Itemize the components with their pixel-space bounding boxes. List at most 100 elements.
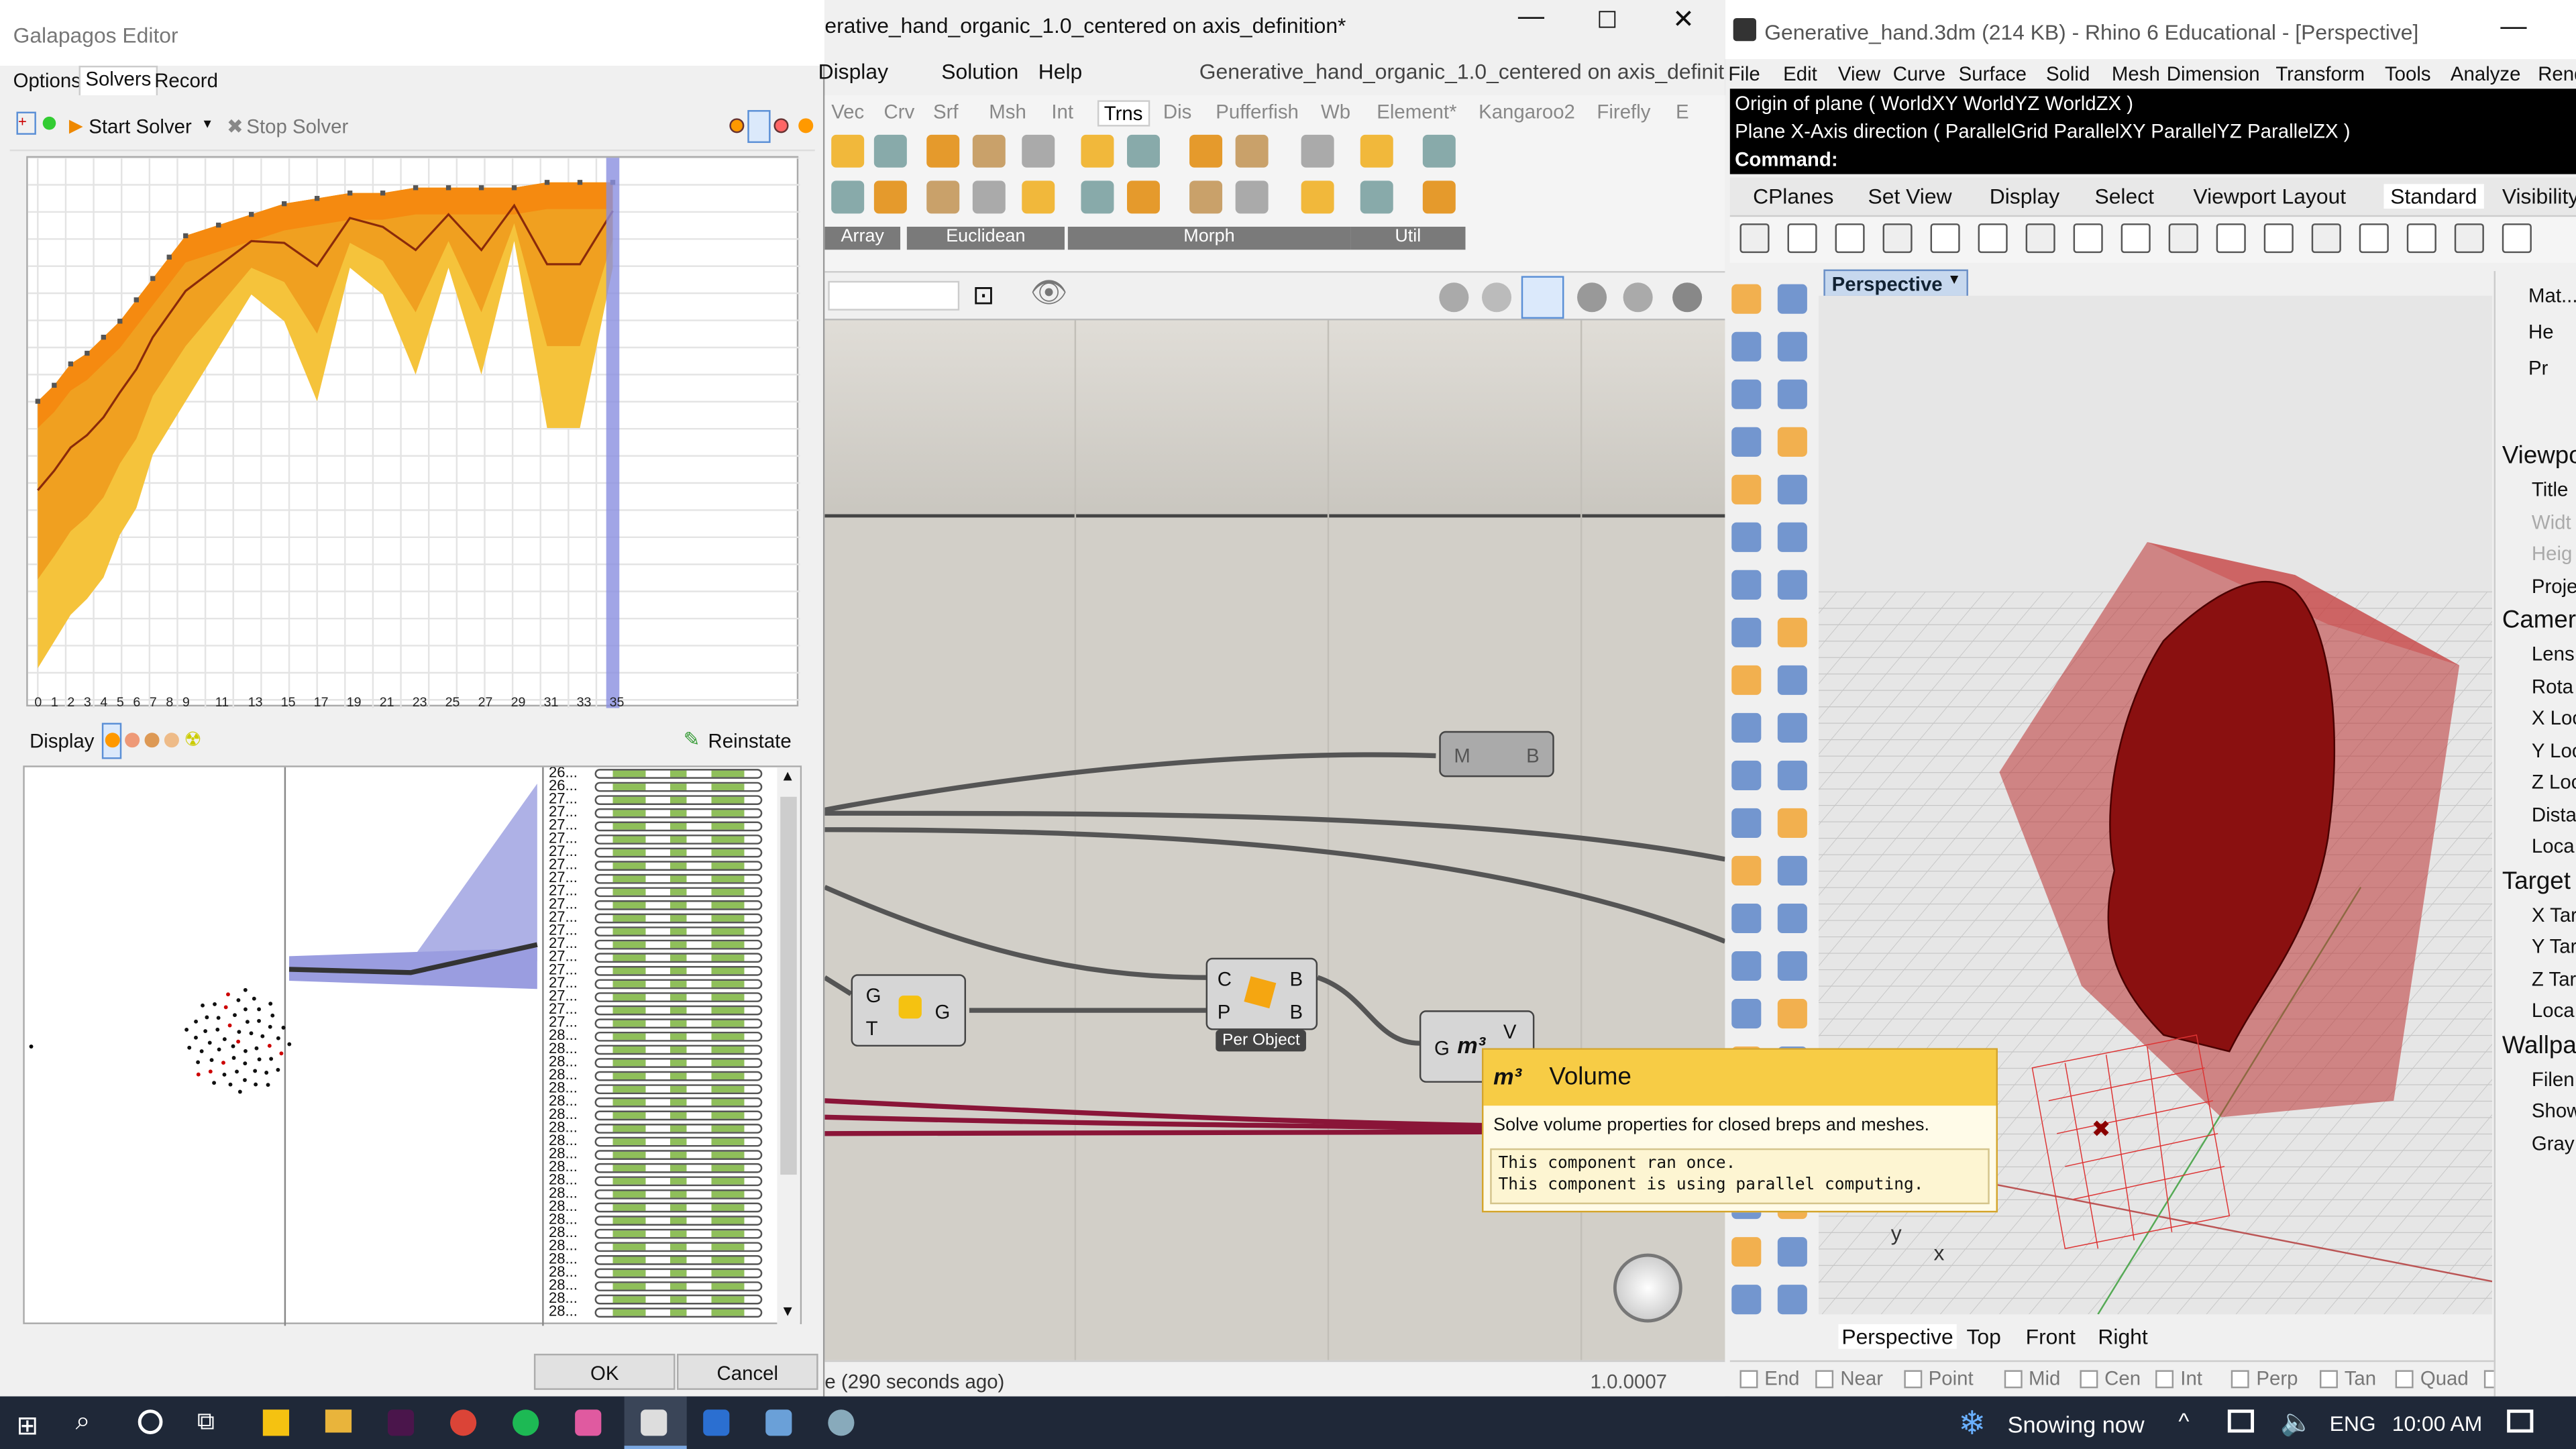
gh-tool-icon[interactable] xyxy=(1081,134,1114,168)
genome-row[interactable]: 28... xyxy=(545,1119,772,1135)
rhino-left-tool-icon[interactable] xyxy=(1777,855,1807,886)
genome-row[interactable]: 27... xyxy=(545,856,772,872)
transform-component[interactable]: G T G xyxy=(851,974,967,1047)
genome-row[interactable]: 28... xyxy=(545,1132,772,1148)
rhino-tool-icon[interactable] xyxy=(2454,223,2484,254)
slack-icon[interactable] xyxy=(387,1409,415,1436)
rhino-menu-11[interactable]: Render xyxy=(2538,62,2576,85)
rhino-left-tool-icon[interactable] xyxy=(1731,712,1762,743)
preview-mode3-icon[interactable] xyxy=(1521,276,1564,319)
genome-row[interactable]: 27... xyxy=(545,869,772,885)
preview-mode4-icon[interactable] xyxy=(1577,282,1607,313)
rhino-left-tool-icon[interactable] xyxy=(1777,712,1807,743)
close-icon[interactable]: ✕ xyxy=(1672,3,1695,36)
genome-row[interactable]: 27... xyxy=(545,908,772,925)
genome-row[interactable]: 27... xyxy=(545,1000,772,1017)
genome-row[interactable]: 28... xyxy=(545,1106,772,1122)
viewport-tab-3[interactable]: Right xyxy=(2098,1324,2147,1349)
rhino-left-tool-icon[interactable] xyxy=(1731,474,1762,504)
gh-tab-0[interactable]: Vec xyxy=(831,100,864,123)
chrome-icon[interactable] xyxy=(450,1409,477,1436)
rhino-minimize-icon[interactable]: — xyxy=(2500,13,2526,43)
maximize-icon[interactable]: ☐ xyxy=(1597,7,1617,35)
osnap-checkbox-3[interactable] xyxy=(2004,1370,2023,1389)
rhino-menu-3[interactable]: Curve xyxy=(1893,62,1945,85)
gh-tool-icon[interactable] xyxy=(1360,134,1393,168)
rhino-tool-icon[interactable] xyxy=(2502,223,2532,254)
rhino-left-tool-icon[interactable] xyxy=(1777,522,1807,552)
genome-row[interactable]: 28... xyxy=(545,1185,772,1201)
genome-row[interactable]: 28... xyxy=(545,1079,772,1095)
rhino-left-tool-icon[interactable] xyxy=(1731,617,1762,647)
search-icon[interactable]: ⌕ xyxy=(76,1408,91,1438)
radiation-icon[interactable]: ☢ xyxy=(184,728,201,751)
viewport-tab-2[interactable]: Front xyxy=(2026,1324,2076,1349)
genome-row[interactable]: 27... xyxy=(545,922,772,938)
gh-tool-icon[interactable] xyxy=(926,180,960,214)
gh-tool-icon[interactable] xyxy=(1127,180,1160,214)
tray-chevron-icon[interactable]: ^ xyxy=(2178,1408,2189,1434)
spotify-icon[interactable] xyxy=(513,1409,539,1436)
osnap-checkbox-1[interactable] xyxy=(1815,1370,1834,1389)
remote-desktop-icon[interactable] xyxy=(765,1409,792,1436)
reinstate-button[interactable]: Reinstate xyxy=(708,729,792,752)
rhino-left-tool-icon[interactable] xyxy=(1777,331,1807,362)
genome-row[interactable]: 27... xyxy=(545,816,772,833)
rhino-tab-5[interactable]: Standard xyxy=(2383,184,2484,209)
genome-row[interactable]: 28... xyxy=(545,1237,772,1254)
rhino-left-tool-icon[interactable] xyxy=(1777,284,1807,314)
genome-row[interactable]: 27... xyxy=(545,790,772,806)
menu-solution[interactable]: Solution xyxy=(941,59,1018,84)
bounding-box-component[interactable]: C P B B xyxy=(1205,957,1318,1030)
gh-tab-6[interactable]: Dis xyxy=(1163,100,1191,123)
rhino-left-tool-icon[interactable] xyxy=(1731,284,1762,314)
rhino-left-tool-icon[interactable] xyxy=(1731,522,1762,552)
rhino-menu-6[interactable]: Mesh xyxy=(2112,62,2160,85)
language-indicator[interactable]: ENG xyxy=(2330,1411,2376,1436)
gh-tool-icon[interactable] xyxy=(972,180,1006,214)
genome-row[interactable]: 27... xyxy=(545,804,772,820)
gh-tool-icon[interactable] xyxy=(926,134,960,168)
graph-mode3-icon[interactable] xyxy=(798,118,814,133)
osnap-checkbox-6[interactable] xyxy=(2231,1370,2250,1389)
ok-button[interactable]: OK xyxy=(533,1353,676,1390)
rhino-tool-icon[interactable] xyxy=(1882,223,1913,254)
rhino-tool-icon[interactable] xyxy=(2216,223,2246,254)
genome-row[interactable]: 27... xyxy=(545,830,772,846)
rhino-tool-icon[interactable] xyxy=(2311,223,2341,254)
rhino-left-tool-icon[interactable] xyxy=(1731,951,1762,981)
display-mode3-icon[interactable] xyxy=(144,733,160,748)
rhino-tab-4[interactable]: Viewport Layout xyxy=(2193,184,2346,209)
gh-tool-icon[interactable] xyxy=(1235,180,1269,214)
viewport-tab-1[interactable]: Top xyxy=(1966,1324,2000,1349)
media-app-icon[interactable] xyxy=(575,1409,602,1436)
rhino-left-tool-icon[interactable] xyxy=(1731,998,1762,1029)
display-mode2-icon[interactable] xyxy=(125,733,140,748)
rhino-menu-5[interactable]: Solid xyxy=(2046,62,2090,85)
genome-row[interactable]: 28... xyxy=(545,1263,772,1280)
rhino-tool-icon[interactable] xyxy=(2359,223,2389,254)
osnap-checkbox-8[interactable] xyxy=(2396,1370,2414,1389)
genome-row[interactable]: 28... xyxy=(545,1066,772,1083)
gh-tool-icon[interactable] xyxy=(1422,134,1456,168)
genome-row[interactable]: 28... xyxy=(545,1289,772,1306)
rhino-left-tool-icon[interactable] xyxy=(1777,903,1807,934)
rhino-left-tool-icon[interactable] xyxy=(1777,474,1807,504)
genome-row[interactable]: 27... xyxy=(545,987,772,1004)
tab-solvers[interactable]: Solvers xyxy=(78,65,158,96)
brep-param-component[interactable]: M B xyxy=(1439,731,1554,777)
sticky-notes-icon[interactable] xyxy=(262,1409,290,1436)
gh-tool-icon[interactable] xyxy=(873,180,907,214)
panel-tab-2[interactable]: Pr xyxy=(2528,356,2548,379)
rhino-tool-icon[interactable] xyxy=(1739,223,1770,254)
gh-tab-10[interactable]: Kangaroo2 xyxy=(1479,100,1575,123)
genome-row[interactable]: 28... xyxy=(545,1027,772,1043)
rhino-left-tool-icon[interactable] xyxy=(1777,427,1807,457)
cancel-button[interactable]: Cancel xyxy=(676,1353,818,1390)
genome-row[interactable]: 28... xyxy=(545,1171,772,1188)
osnap-checkbox-2[interactable] xyxy=(1903,1370,1922,1389)
gh-tab-12[interactable]: E xyxy=(1676,100,1689,123)
genome-row[interactable]: 27... xyxy=(545,974,772,991)
scroll-up-icon[interactable]: ▲ xyxy=(780,767,795,784)
scroll-down-icon[interactable]: ▼ xyxy=(780,1303,795,1319)
